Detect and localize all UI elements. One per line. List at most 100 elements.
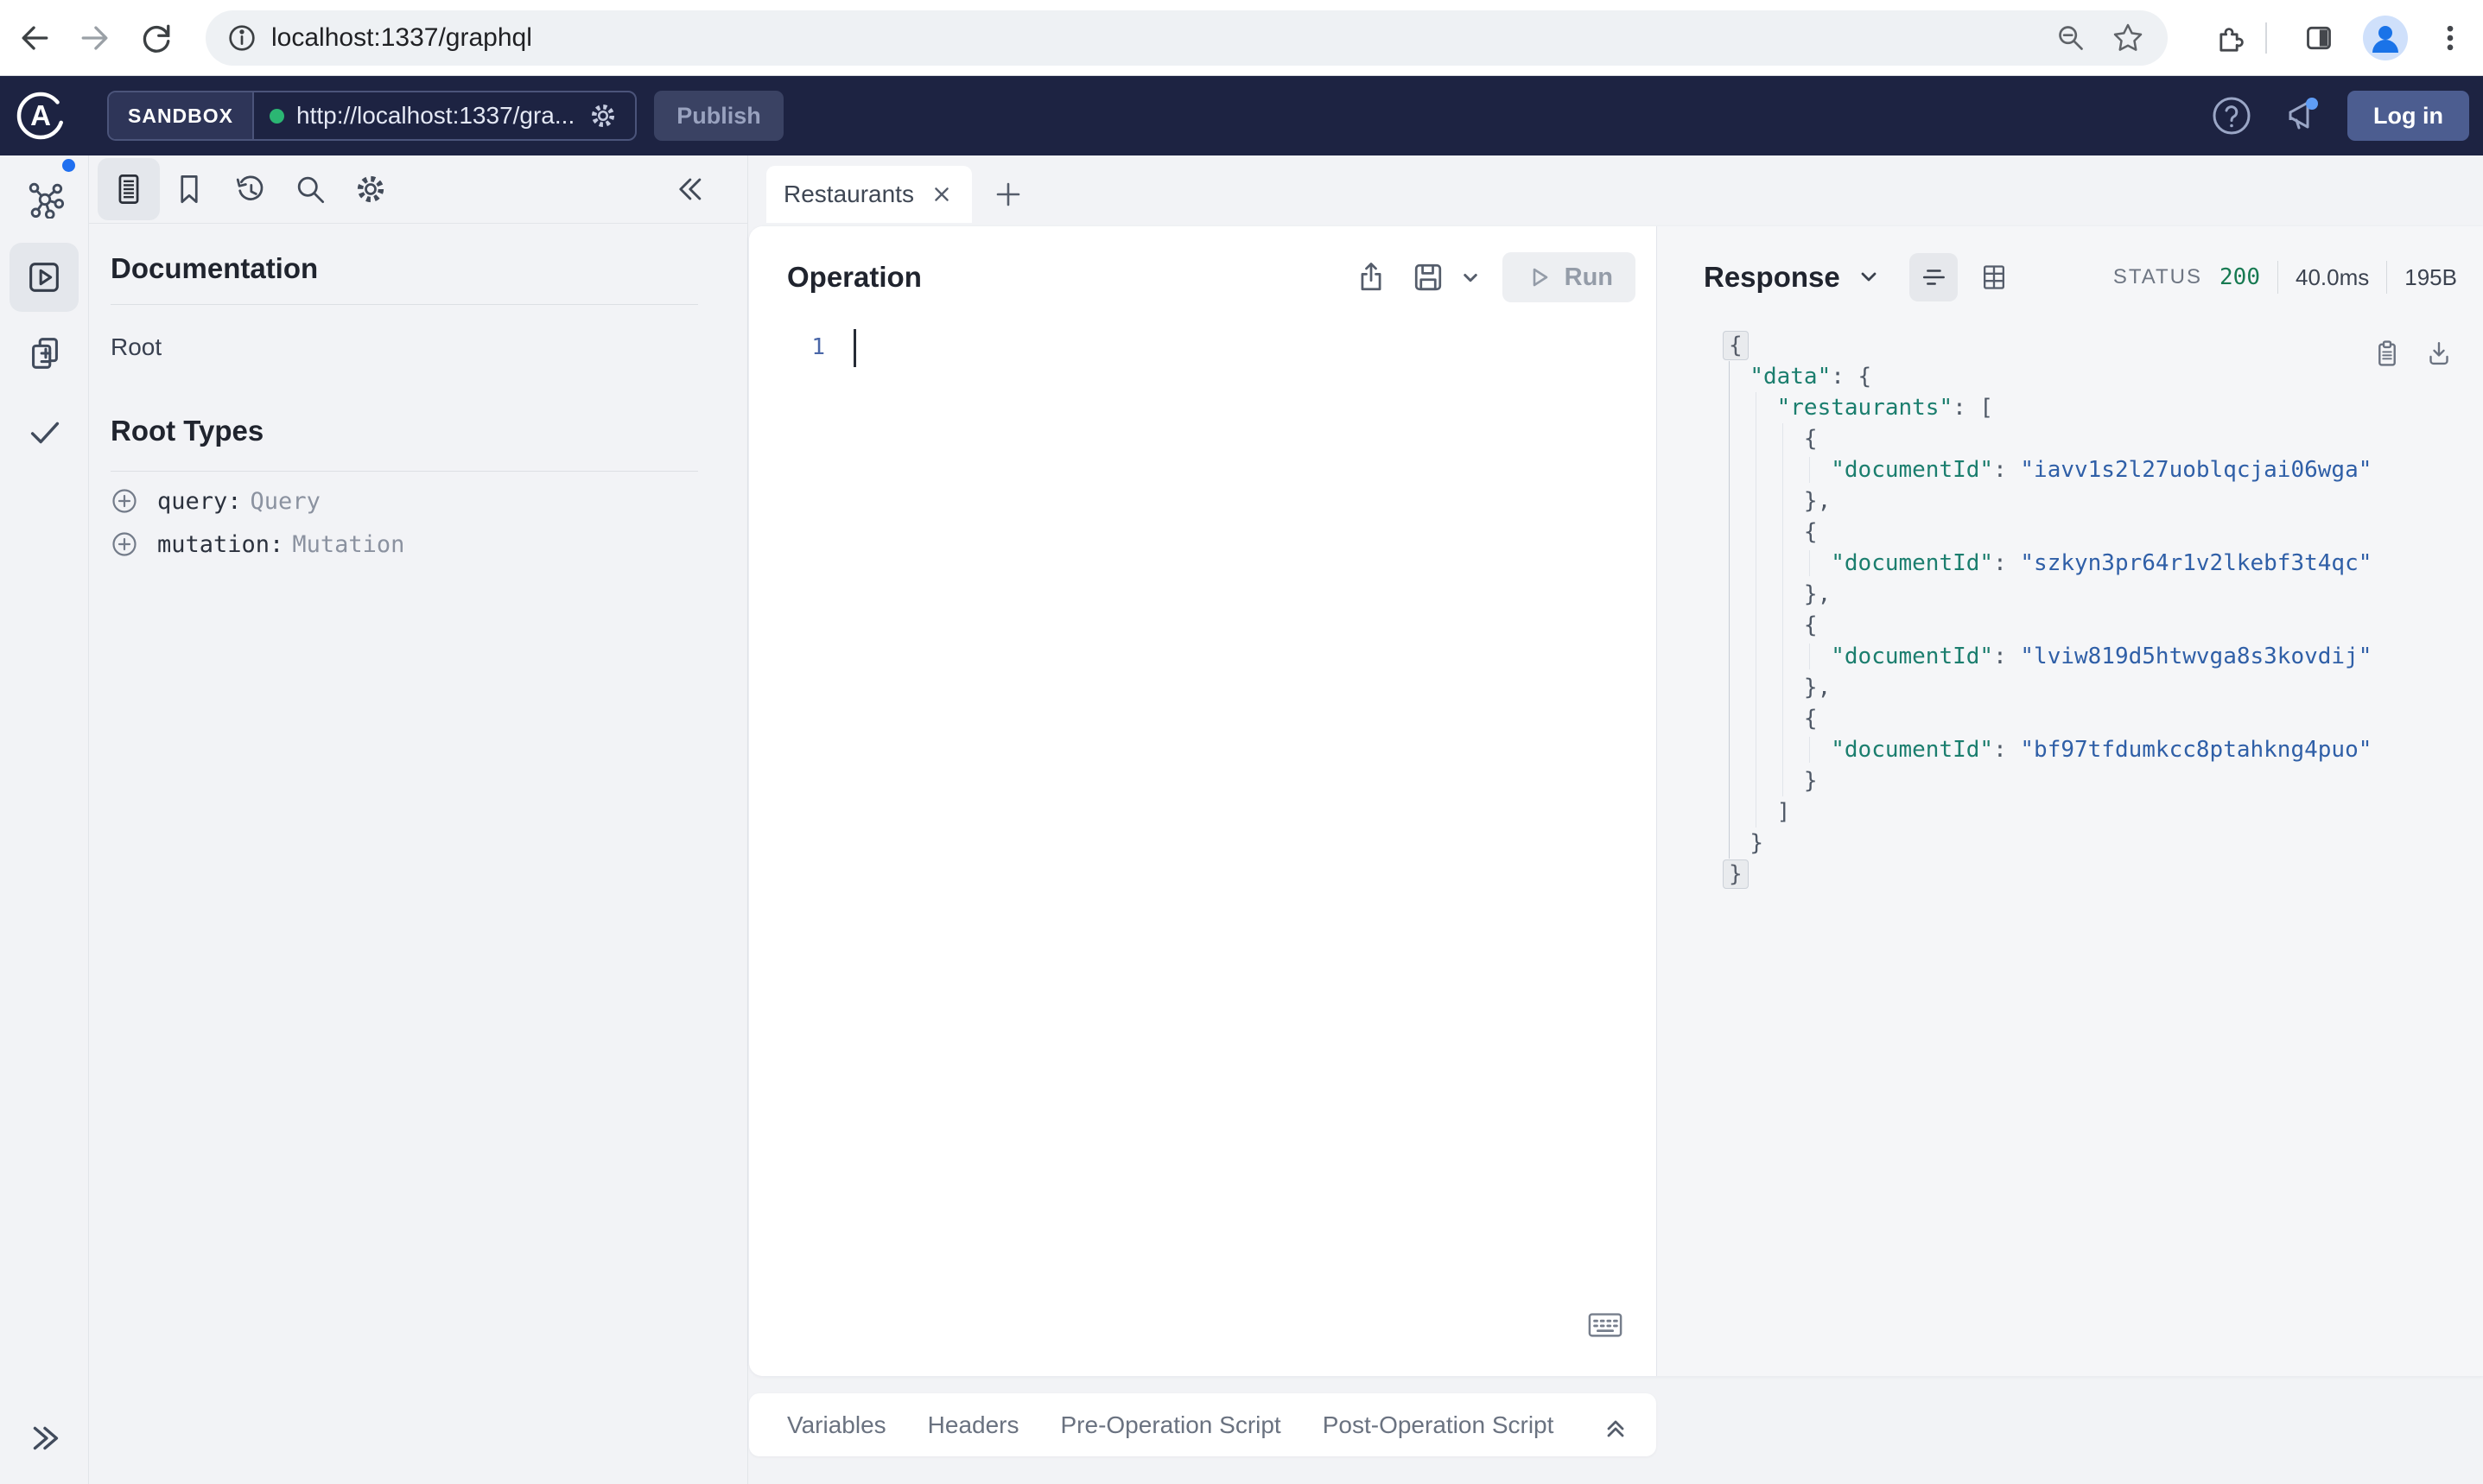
announcements-icon[interactable] (2278, 93, 2323, 138)
json-line: { (1803, 519, 1818, 545)
response-panel: Response STATUS 200 40.0ms 195B {"data"… (1657, 226, 2483, 1376)
add-mutation-icon[interactable] (111, 530, 138, 558)
sidebar-item-explorer[interactable] (10, 243, 79, 312)
response-json[interactable]: { "data": { "restaurants": [ { "document… (1723, 330, 2372, 890)
divider (111, 471, 698, 472)
toolbar-divider (2265, 22, 2267, 54)
left-icon-rail (0, 155, 89, 1484)
query-editor[interactable] (844, 328, 1639, 1348)
history-icon[interactable] (231, 170, 269, 208)
reload-icon[interactable] (137, 19, 175, 57)
back-icon[interactable] (16, 19, 54, 57)
response-header: Response STATUS 200 40.0ms 195B (1657, 226, 2483, 328)
url-text[interactable]: localhost:1337/graphql (271, 23, 2054, 53)
add-query-icon[interactable] (111, 487, 138, 515)
divider (2386, 261, 2388, 294)
divider (2277, 261, 2278, 294)
endpoint-url-text[interactable]: http://localhost:1337/gra... (296, 102, 575, 130)
schema-notification-dot (62, 159, 75, 172)
root-type-value[interactable]: Query (251, 488, 321, 515)
search-icon[interactable] (291, 170, 329, 208)
tab-restaurants[interactable]: Restaurants (766, 166, 972, 223)
apollo-logo: A (16, 92, 65, 140)
operation-title: Operation (787, 261, 922, 293)
close-tab-icon[interactable] (929, 181, 955, 207)
browser-toolbar: localhost:1337/graphql (0, 0, 2483, 76)
tab-pre-operation-script[interactable]: Pre-Operation Script (1061, 1411, 1281, 1439)
expand-bottom-panel-icon[interactable] (1601, 1411, 1630, 1440)
run-play-icon (1533, 268, 1547, 287)
zoom-out-icon[interactable] (2054, 21, 2088, 55)
json-line: "documentId": "bf97tfdumkcc8ptahkng4puo" (1831, 737, 2372, 763)
sandbox-badge: SANDBOX (109, 92, 255, 139)
root-types-title: Root Types (111, 415, 264, 447)
endpoint-settings-gear-icon[interactable] (587, 99, 619, 132)
raw-view-icon (1922, 270, 1945, 285)
json-line: ] (1776, 799, 1791, 825)
sandbox-header: A SANDBOX http://localhost:1337/gra... P… (0, 76, 2483, 155)
endpoint-input[interactable]: http://localhost:1337/gra... (254, 99, 635, 132)
download-response-icon[interactable] (2423, 337, 2455, 370)
schema-graph-icon[interactable] (25, 179, 65, 219)
save-icon[interactable] (1409, 258, 1447, 296)
new-tab-icon[interactable] (994, 180, 1023, 209)
json-line: } (1803, 768, 1818, 794)
documentation-panel: Documentation Root Root Types query: Quer… (89, 155, 748, 1484)
tab-variables[interactable]: Variables (787, 1411, 886, 1439)
bookmarks-icon[interactable] (170, 170, 208, 208)
save-options-chevron-icon[interactable] (1457, 264, 1483, 290)
root-type-key: query: (157, 487, 242, 515)
checklist-icon[interactable] (25, 412, 65, 452)
bookmark-star-icon[interactable] (2111, 21, 2145, 55)
extensions-icon[interactable] (2212, 21, 2246, 55)
json-line: { (1723, 330, 2372, 361)
workspace: Documentation Root Root Types query: Quer… (0, 155, 2483, 1484)
profile-avatar[interactable] (2363, 16, 2408, 60)
expand-sidebar-icon[interactable] (25, 1418, 65, 1458)
response-time: 40.0ms (2296, 263, 2370, 290)
divider (111, 304, 698, 305)
response-title: Response (1704, 261, 1840, 293)
run-label: Run (1564, 263, 1613, 291)
docs-toolbar (89, 155, 748, 223)
side-panel-icon[interactable] (2302, 21, 2336, 55)
copy-response-icon[interactable] (2371, 337, 2404, 370)
view-raw-button[interactable] (1908, 253, 1958, 301)
root-type-mutation-row[interactable]: mutation: Mutation (111, 530, 404, 558)
keyboard-shortcuts-icon[interactable] (1585, 1307, 1625, 1341)
operation-bottom-bar: Variables Headers Pre-Operation Script P… (749, 1393, 1656, 1456)
tab-documentation[interactable] (98, 158, 160, 220)
run-button[interactable]: Run (1502, 252, 1635, 302)
editor-line-number: 1 (811, 334, 825, 360)
endpoint-group: SANDBOX http://localhost:1337/gra... (107, 91, 638, 141)
publish-button[interactable]: Publish (654, 91, 784, 141)
login-button[interactable]: Log in (2347, 91, 2469, 141)
json-line: "data": { (1750, 364, 1872, 390)
docs-root-link[interactable]: Root (111, 333, 162, 361)
documentation-icon (118, 174, 139, 204)
address-bar[interactable]: localhost:1337/graphql (206, 10, 2168, 66)
table-view-icon (1983, 265, 2004, 289)
tab-post-operation-script[interactable]: Post-Operation Script (1323, 1411, 1554, 1439)
status-code: 200 (2219, 264, 2260, 290)
response-menu-chevron-icon[interactable] (1854, 263, 1883, 292)
divider (89, 223, 748, 224)
help-icon[interactable] (2209, 93, 2254, 138)
site-info-icon[interactable] (225, 21, 259, 55)
view-table-button[interactable] (1970, 253, 2018, 301)
tab-headers[interactable]: Headers (928, 1411, 1019, 1439)
share-icon[interactable] (1352, 258, 1390, 296)
settings-gear-icon[interactable] (352, 170, 390, 208)
json-line: } (1723, 859, 2372, 890)
browser-menu-icon[interactable] (2433, 21, 2467, 55)
json-line: { (1803, 706, 1818, 732)
response-size: 195B (2404, 263, 2457, 290)
root-type-value[interactable]: Mutation (292, 531, 404, 558)
root-type-query-row[interactable]: query: Query (111, 487, 321, 515)
docs-title: Documentation (111, 252, 319, 284)
collapse-panel-icon[interactable] (670, 170, 708, 208)
forward-icon[interactable] (76, 19, 114, 57)
collections-icon[interactable] (25, 333, 65, 373)
response-meta: STATUS 200 40.0ms 195B (2113, 261, 2457, 294)
notification-dot (2306, 98, 2319, 110)
